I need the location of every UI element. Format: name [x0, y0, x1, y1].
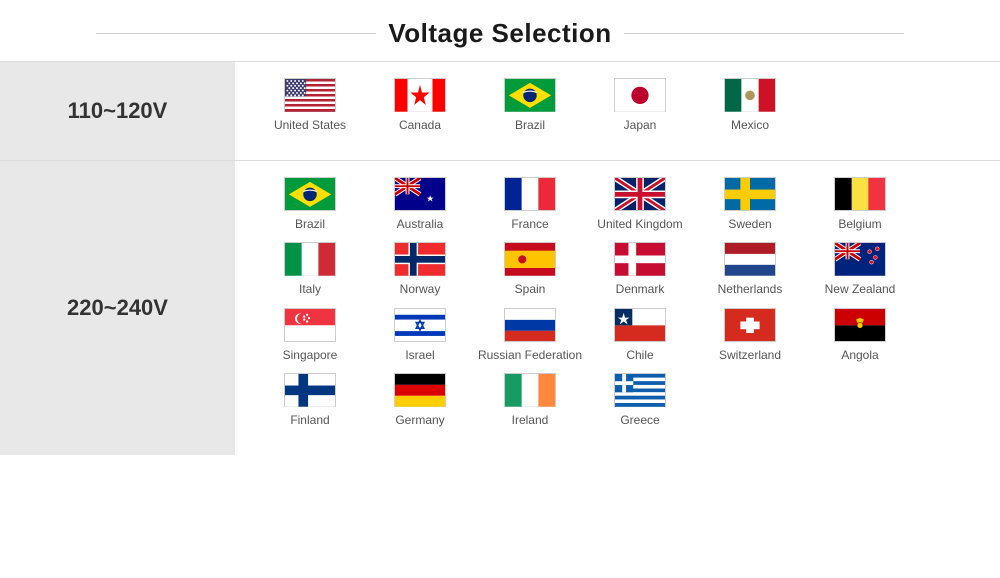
country-name-us: United States: [274, 118, 346, 134]
flag-icon-se: [724, 177, 776, 211]
flag-item-fr: France: [475, 177, 585, 233]
flag-item-ch: Switzerland: [695, 308, 805, 364]
flag-icon-gr: [614, 373, 666, 407]
flag-icon-de: [394, 373, 446, 407]
voltage-row-1: 220~240V Brazil Australia France: [0, 160, 1000, 455]
flag-icon-jp: [614, 78, 666, 112]
flag-icon-fi: [284, 373, 336, 407]
flag-icon-ru: [504, 308, 556, 342]
flag-icon-cl: [614, 308, 666, 342]
flag-item-gb: United Kingdom: [585, 177, 695, 233]
flag-icon-no: [394, 242, 446, 276]
country-name-ru: Russian Federation: [478, 348, 582, 364]
flag-icon-il: [394, 308, 446, 342]
flag-item-ca: Canada: [365, 78, 475, 134]
country-name-cl: Chile: [626, 348, 653, 364]
country-name-ca: Canada: [399, 118, 441, 134]
flag-item-jp: Japan: [585, 78, 695, 134]
flags-cell-0: United States Canada Brazil Japan Mexico: [235, 62, 1000, 161]
country-name-ch: Switzerland: [719, 348, 781, 364]
flag-item-il: Israel: [365, 308, 475, 364]
country-name-br: Brazil: [515, 118, 545, 134]
country-name-de: Germany: [395, 413, 444, 429]
flag-icon-ao: [834, 308, 886, 342]
flag-icon-sg: [284, 308, 336, 342]
flag-icon-be: [834, 177, 886, 211]
flag-item-se: Sweden: [695, 177, 805, 233]
country-name-br: Brazil: [295, 217, 325, 233]
flag-item-nl: Netherlands: [695, 242, 805, 298]
flag-item-cl: Chile: [585, 308, 695, 364]
country-name-mx: Mexico: [731, 118, 769, 134]
country-name-se: Sweden: [728, 217, 771, 233]
voltage-label-0: 110~120V: [0, 62, 235, 161]
flag-icon-nl: [724, 242, 776, 276]
flag-icon-fr: [504, 177, 556, 211]
flag-icon-es: [504, 242, 556, 276]
flag-icon-nz: [834, 242, 886, 276]
country-name-gr: Greece: [620, 413, 659, 429]
flag-item-gr: Greece: [585, 373, 695, 429]
flag-icon-ch: [724, 308, 776, 342]
country-name-il: Israel: [405, 348, 434, 364]
flag-item-be: Belgium: [805, 177, 915, 233]
flag-item-mx: Mexico: [695, 78, 805, 134]
flag-icon-br: [504, 78, 556, 112]
title-line-left: [96, 33, 376, 34]
voltage-label-1: 220~240V: [0, 160, 235, 455]
flag-icon-mx: [724, 78, 776, 112]
country-name-no: Norway: [400, 282, 441, 298]
country-name-fi: Finland: [290, 413, 329, 429]
country-name-sg: Singapore: [283, 348, 338, 364]
country-name-be: Belgium: [838, 217, 881, 233]
flag-item-sg: Singapore: [255, 308, 365, 364]
page-title: Voltage Selection: [388, 18, 611, 49]
country-name-dk: Denmark: [616, 282, 665, 298]
flag-item-us: United States: [255, 78, 365, 134]
flag-item-au: Australia: [365, 177, 475, 233]
flag-icon-ie: [504, 373, 556, 407]
flag-item-ao: Angola: [805, 308, 915, 364]
title-section: Voltage Selection: [0, 10, 1000, 61]
flag-item-ie: Ireland: [475, 373, 585, 429]
country-name-au: Australia: [397, 217, 444, 233]
flag-item-br: Brazil: [255, 177, 365, 233]
flag-icon-gb: [614, 177, 666, 211]
voltage-row-0: 110~120V Unite: [0, 62, 1000, 161]
flag-item-br: Brazil: [475, 78, 585, 134]
title-line-right: [624, 33, 904, 34]
country-name-it: Italy: [299, 282, 321, 298]
flag-item-it: Italy: [255, 242, 365, 298]
country-name-nl: Netherlands: [718, 282, 783, 298]
flag-item-ru: Russian Federation: [475, 308, 585, 364]
flag-item-nz: New Zealand: [805, 242, 915, 298]
flag-item-fi: Finland: [255, 373, 365, 429]
country-name-jp: Japan: [624, 118, 657, 134]
country-name-nz: New Zealand: [825, 282, 896, 298]
flag-icon-ca: [394, 78, 446, 112]
flag-icon-au: [394, 177, 446, 211]
flag-icon-us: [284, 78, 336, 112]
flag-item-dk: Denmark: [585, 242, 695, 298]
flag-icon-br: [284, 177, 336, 211]
voltage-table: 110~120V Unite: [0, 61, 1000, 455]
flag-item-de: Germany: [365, 373, 475, 429]
country-name-fr: France: [511, 217, 548, 233]
flag-icon-dk: [614, 242, 666, 276]
flag-icon-it: [284, 242, 336, 276]
country-name-gb: United Kingdom: [597, 217, 682, 233]
country-name-ao: Angola: [841, 348, 878, 364]
flags-cell-1: Brazil Australia France United Kin: [235, 160, 1000, 455]
flag-item-es: Spain: [475, 242, 585, 298]
flag-item-no: Norway: [365, 242, 475, 298]
country-name-ie: Ireland: [512, 413, 549, 429]
country-name-es: Spain: [515, 282, 546, 298]
page-wrapper: Voltage Selection 110~120V: [0, 0, 1000, 578]
